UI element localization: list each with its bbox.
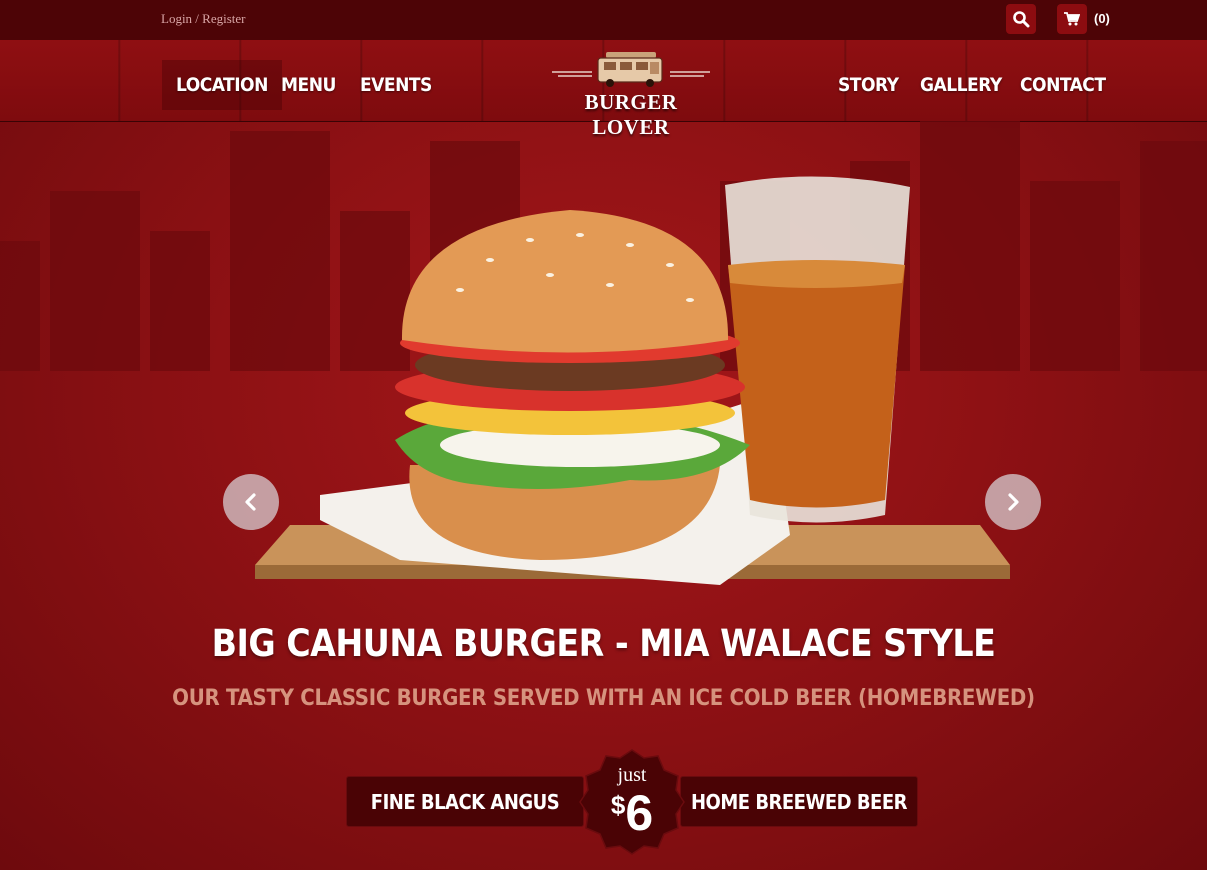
price-currency: $: [610, 790, 626, 820]
cart-count[interactable]: (0): [1094, 11, 1110, 26]
login-register-link[interactable]: Login / Register: [161, 11, 246, 27]
site-logo[interactable]: BURGER LOVER: [546, 46, 716, 139]
nav-events[interactable]: EVENTS: [360, 60, 432, 110]
search-icon: [1013, 11, 1030, 28]
cart-icon: [1064, 12, 1080, 26]
slider-prev-button[interactable]: [223, 474, 279, 530]
hero-title: BIG CAHUNA BURGER - MIA WALACE STYLE: [211, 622, 996, 665]
nav-story[interactable]: STORY: [838, 60, 899, 110]
burger-beer-image: [255, 176, 1010, 585]
price-value: $6: [578, 784, 686, 842]
cart-button[interactable]: [1057, 4, 1087, 34]
feature-right-label: HOME BREEWED BEER: [691, 789, 907, 814]
food-truck-icon: [552, 52, 710, 87]
feature-left-label: FINE BLACK ANGUS: [370, 789, 560, 814]
price-amount: 6: [625, 785, 654, 841]
nav-gallery[interactable]: GALLERY: [920, 60, 1002, 110]
chevron-right-icon: [1008, 493, 1019, 511]
search-button[interactable]: [1006, 4, 1036, 34]
hero-subtitle: OUR TASTY CLASSIC BURGER SERVED WITH AN …: [172, 686, 1035, 711]
chevron-left-icon: [245, 493, 256, 511]
slider-next-button[interactable]: [985, 474, 1041, 530]
nav-contact[interactable]: CONTACT: [1020, 60, 1106, 110]
feature-right-badge: HOME BREEWED BEER: [680, 776, 918, 827]
nav-location[interactable]: LOCATION: [162, 60, 282, 110]
feature-left-badge: FINE BLACK ANGUS: [346, 776, 584, 827]
nav-menu[interactable]: MENU: [281, 60, 336, 110]
